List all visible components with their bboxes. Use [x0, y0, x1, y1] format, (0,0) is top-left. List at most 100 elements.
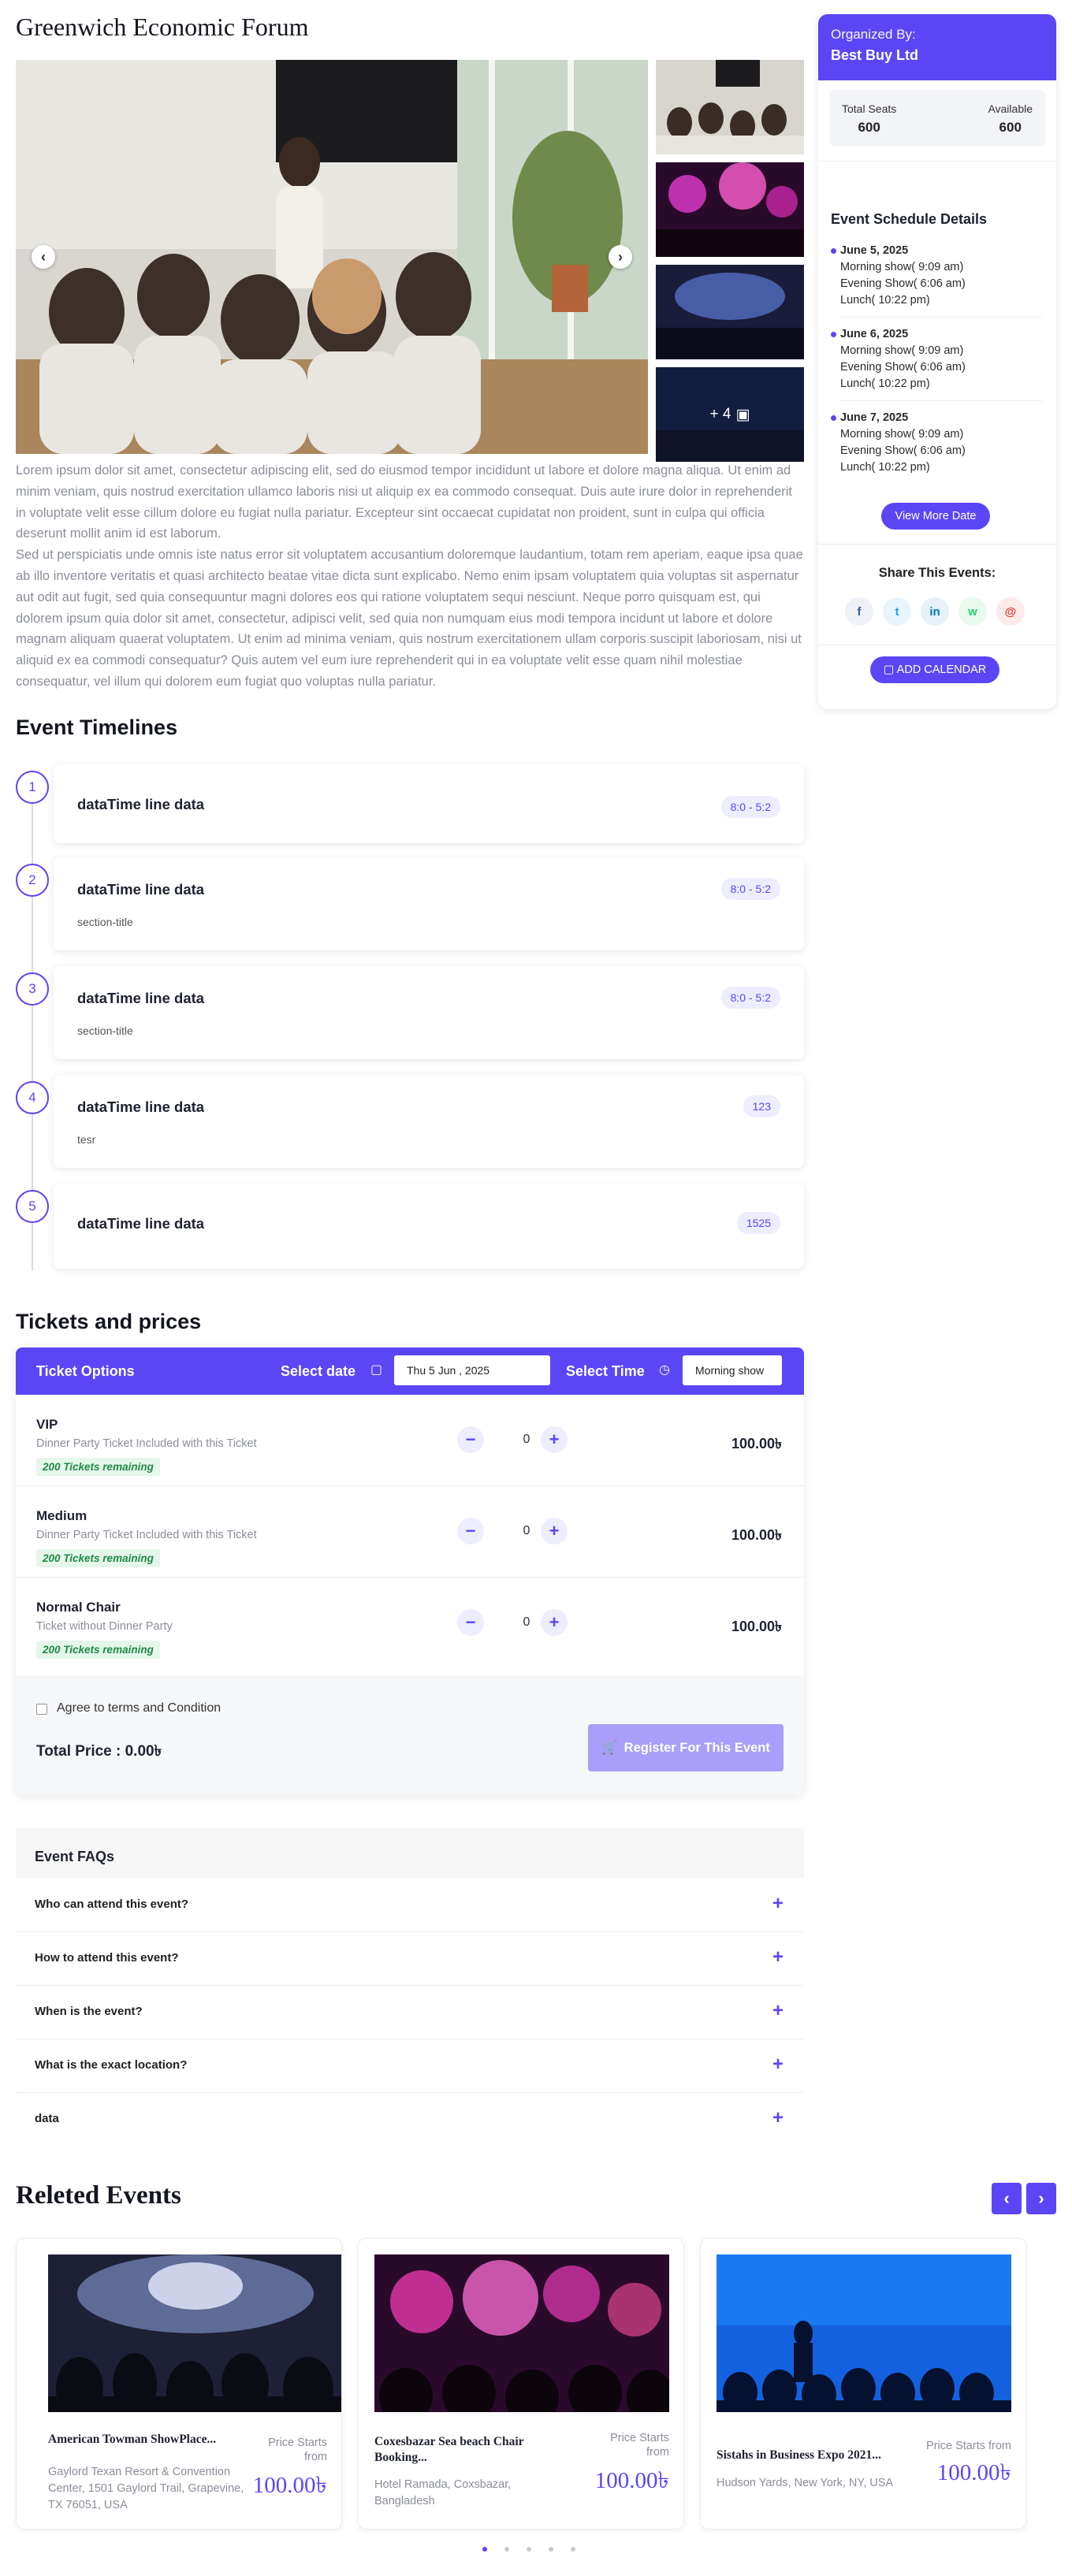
- ticket-footer: Agree to terms and Condition Total Price…: [16, 1675, 804, 1795]
- timeline-time-badge: 8:0 - 5:2: [720, 987, 780, 1009]
- expand-plus-icon[interactable]: +: [772, 2054, 784, 2076]
- select-time-label: Select Time: [566, 1363, 645, 1379]
- ticket-options-label: Ticket Options: [36, 1363, 135, 1379]
- related-next-button[interactable]: ›: [1026, 2183, 1056, 2214]
- tickets-remaining-badge: 200 Tickets remaining: [36, 1458, 160, 1476]
- expand-plus-icon[interactable]: +: [772, 1946, 784, 1968]
- tickets-remaining-badge: 200 Tickets remaining: [36, 1549, 160, 1567]
- timeline-step-number: 5: [16, 1190, 49, 1223]
- faq-item[interactable]: How to attend this event? +: [16, 1932, 804, 1986]
- share-title: Share This Events:: [878, 566, 996, 580]
- thumbnail-1[interactable]: [656, 60, 804, 154]
- terms-checkbox[interactable]: [36, 1704, 47, 1715]
- timeline-card: dataTime line data 1525: [54, 1184, 804, 1269]
- schedule-line: Evening Show( 6:06 am): [840, 444, 966, 457]
- event-description: Lorem ipsum dolor sit amet, consectetur …: [16, 460, 804, 693]
- carousel-dots: [482, 2547, 575, 2552]
- calendar-icon: ▢: [370, 1363, 383, 1377]
- increase-quantity-button[interactable]: +: [541, 1426, 568, 1453]
- decrease-quantity-button[interactable]: −: [457, 1426, 484, 1453]
- total-seats-label: Total Seats: [842, 102, 897, 115]
- timeline-time-badge: 123: [743, 1095, 780, 1117]
- more-photos-overlay[interactable]: + 4 ▣: [656, 367, 804, 462]
- timeline-card-title: dataTime line data: [77, 881, 205, 898]
- increase-quantity-button[interactable]: +: [541, 1609, 568, 1636]
- carousel-dot[interactable]: [549, 2547, 553, 2552]
- more-photos-count: + 4: [709, 406, 731, 422]
- schedule-date: June 5, 2025: [831, 243, 1042, 259]
- thumbnail-3[interactable]: [656, 265, 804, 359]
- ticket-panel: Ticket Options Select date ▢ Thu 5 Jun ,…: [16, 1347, 804, 1795]
- gallery-prev-button[interactable]: ‹: [32, 245, 55, 269]
- twitter-icon[interactable]: t: [883, 597, 911, 626]
- ticket-name: Medium: [36, 1508, 87, 1523]
- faq-item[interactable]: Who can attend this event? +: [16, 1879, 804, 1932]
- faq-item[interactable]: What is the exact location? +: [16, 2039, 804, 2093]
- decrease-quantity-button[interactable]: −: [457, 1518, 484, 1544]
- expand-plus-icon[interactable]: +: [772, 1893, 784, 1915]
- timeline-title: Event Timelines: [16, 716, 178, 739]
- schedule-date: June 7, 2025: [831, 410, 1042, 426]
- cart-icon: 🛒: [601, 1740, 618, 1755]
- carousel-dot[interactable]: [504, 2547, 509, 2552]
- whatsapp-icon[interactable]: w: [958, 597, 987, 626]
- gallery-next-button[interactable]: ›: [609, 245, 632, 269]
- expand-plus-icon[interactable]: +: [772, 2000, 784, 2022]
- date-select[interactable]: Thu 5 Jun , 2025: [394, 1355, 550, 1385]
- faq-question: How to attend this event?: [35, 1951, 179, 1965]
- related-event-image: [48, 2254, 341, 2412]
- related-event-location: Gaylord Texan Resort & Convention Center…: [48, 2466, 244, 2511]
- carousel-dot[interactable]: [571, 2547, 575, 2552]
- schedule-day: June 7, 2025 Morning show( 9:09 am) Even…: [831, 410, 1042, 476]
- price-starts-label: Price Starts from: [926, 2440, 1011, 2452]
- description-paragraph: Sed ut perspiciatis unde omnis iste natu…: [16, 548, 803, 689]
- related-event-price: 100.00৳: [594, 2468, 669, 2493]
- schedule-line: Lunch( 10:22 pm): [840, 377, 930, 390]
- thumbnail-2[interactable]: [656, 162, 804, 257]
- facebook-icon[interactable]: f: [845, 597, 873, 626]
- ticket-price: 100.00৳: [731, 1527, 782, 1543]
- calendar-icon: ▢: [883, 664, 895, 676]
- timeline-card-subtitle: tesr: [77, 1133, 96, 1146]
- available-seats-value: 600: [999, 120, 1022, 135]
- related-events-title: Releted Events: [16, 2181, 181, 2210]
- faq-item[interactable]: When is the event? +: [16, 1986, 804, 2039]
- related-event-price: 100.00৳: [252, 2473, 327, 2498]
- timeline-step-number: 4: [16, 1081, 49, 1114]
- decrease-quantity-button[interactable]: −: [457, 1609, 484, 1636]
- seat-summary: Total Seats 600 Available 600: [829, 90, 1045, 147]
- thumbnail-4[interactable]: + 4 ▣: [656, 367, 804, 462]
- timeline-card-title: dataTime line data: [77, 1215, 205, 1232]
- register-button[interactable]: 🛒 Register For This Event: [588, 1724, 784, 1771]
- timeline-card-subtitle: section-title: [77, 916, 133, 928]
- view-more-date-button[interactable]: View More Date: [881, 503, 990, 530]
- expand-plus-icon[interactable]: +: [772, 2107, 784, 2129]
- register-label: Register For This Event: [623, 1740, 770, 1755]
- carousel-dot[interactable]: [482, 2547, 487, 2552]
- organizer-name: Best Buy Ltd: [831, 47, 919, 63]
- add-calendar-label: ADD CALENDAR: [896, 664, 987, 676]
- schedule-line: Morning show( 9:09 am): [840, 261, 964, 273]
- timeline-card: dataTime line data 8:0 - 5:2 section-tit…: [54, 857, 804, 950]
- schedule-line: Morning show( 9:09 am): [840, 428, 964, 440]
- related-event-card[interactable]: Sistahs in Business Expo 2021... Hudson …: [700, 2238, 1026, 2530]
- timeline-card-title: dataTime line data: [77, 796, 205, 812]
- email-icon[interactable]: @: [996, 597, 1025, 626]
- terms-label[interactable]: Agree to terms and Condition: [57, 1701, 221, 1715]
- faq-item[interactable]: data +: [16, 2093, 804, 2147]
- event-title: Greenwich Economic Forum: [16, 13, 309, 41]
- linkedin-icon[interactable]: in: [921, 597, 949, 626]
- schedule-day: June 6, 2025 Morning show( 9:09 am) Even…: [831, 326, 1042, 392]
- schedule-line: Evening Show( 6:06 am): [840, 277, 966, 290]
- schedule-line: Lunch( 10:22 pm): [840, 294, 930, 307]
- ticket-price: 100.00৳: [731, 1619, 782, 1634]
- add-calendar-button[interactable]: ▢ ADD CALENDAR: [870, 656, 999, 683]
- time-select[interactable]: Morning show: [683, 1355, 782, 1385]
- carousel-dot[interactable]: [527, 2547, 531, 2552]
- related-event-card[interactable]: Coxesbazar Sea beach Chair Booking... Ho…: [358, 2238, 684, 2530]
- related-prev-button[interactable]: ‹: [992, 2183, 1022, 2214]
- faq-question: Who can attend this event?: [35, 1898, 189, 1911]
- related-event-card[interactable]: American Towman ShowPlace... Gaylord Tex…: [16, 2238, 342, 2530]
- increase-quantity-button[interactable]: +: [541, 1518, 568, 1544]
- quantity-value: 0: [523, 1433, 530, 1446]
